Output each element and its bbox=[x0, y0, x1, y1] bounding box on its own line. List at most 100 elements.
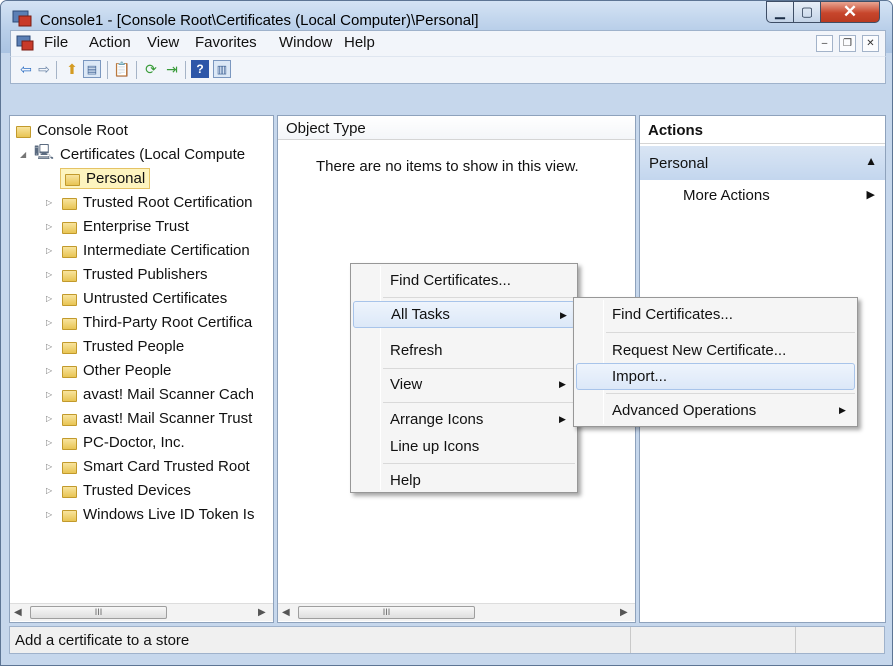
tree-item-certificates[interactable]: ◢ 🖳 Certificates (Local Compute bbox=[20, 144, 245, 165]
submenu-import[interactable]: Import... bbox=[576, 363, 855, 390]
tree-item-untrusted[interactable]: ▷ Untrusted Certificates bbox=[46, 288, 227, 309]
submenu-arrow-icon: ▶ bbox=[560, 310, 567, 320]
tree-item-avast-cache[interactable]: ▷ avast! Mail Scanner Cach bbox=[46, 384, 254, 405]
toolbar: ⇦ ⇨ ⬆ ▤ 📋 ⟳ ⇥ ? ▥ bbox=[10, 56, 886, 84]
menu-label: Arrange Icons bbox=[390, 411, 484, 428]
menu-label: Help bbox=[390, 472, 421, 489]
menu-label: Refresh bbox=[390, 342, 443, 359]
tree-item-windows-live-id[interactable]: ▷ Windows Live ID Token Is bbox=[46, 504, 254, 525]
console-menu-icon[interactable] bbox=[16, 35, 34, 51]
tree-label: Smart Card Trusted Root bbox=[83, 458, 250, 475]
expand-arrow-icon[interactable]: ▷ bbox=[46, 342, 52, 351]
refresh-icon[interactable]: ⟳ bbox=[142, 60, 160, 78]
submenu-request-new-certificate[interactable]: Request New Certificate... bbox=[576, 337, 855, 364]
expand-arrow-icon[interactable]: ▷ bbox=[46, 486, 52, 495]
tree-item-enterprise-trust[interactable]: ▷ Enterprise Trust bbox=[46, 216, 189, 237]
child-close-button[interactable]: ✕ bbox=[862, 35, 879, 52]
child-minimize-button[interactable]: – bbox=[816, 35, 833, 52]
scroll-right-icon[interactable]: ▶ bbox=[620, 607, 628, 618]
menu-window[interactable]: Window bbox=[279, 34, 332, 51]
menu-separator bbox=[606, 332, 855, 333]
scroll-left-icon[interactable]: ◀ bbox=[282, 607, 290, 618]
show-hide-tree-icon[interactable]: ▤ bbox=[83, 60, 101, 78]
menu-action[interactable]: Action bbox=[89, 34, 131, 51]
tree-item-trusted-root[interactable]: ▷ Trusted Root Certification bbox=[46, 192, 253, 213]
menu-separator bbox=[383, 402, 575, 403]
tree-label: Windows Live ID Token Is bbox=[83, 506, 255, 523]
up-folder-icon[interactable]: ⬆ bbox=[63, 60, 81, 78]
expand-arrow-icon[interactable]: ▷ bbox=[46, 366, 52, 375]
tree-item-console-root[interactable]: Console Root bbox=[16, 120, 128, 141]
close-button[interactable]: ✕ bbox=[820, 1, 880, 23]
expand-arrow-icon[interactable]: ▷ bbox=[46, 462, 52, 471]
submenu-find-certificates[interactable]: Find Certificates... bbox=[576, 301, 855, 328]
minimize-button[interactable]: ▁ bbox=[766, 1, 794, 23]
properties-icon[interactable]: 📋 bbox=[113, 60, 131, 78]
scrollbar-thumb[interactable]: III bbox=[298, 606, 475, 619]
tree-item-smart-card[interactable]: ▷ Smart Card Trusted Root bbox=[46, 456, 250, 477]
tree-item-trusted-people[interactable]: ▷ Trusted People bbox=[46, 336, 184, 357]
menu-refresh[interactable]: Refresh bbox=[353, 337, 575, 364]
scrollbar-thumb[interactable]: III bbox=[30, 606, 167, 619]
expand-arrow-icon[interactable]: ▷ bbox=[46, 246, 52, 255]
menu-line-up-icons[interactable]: Line up Icons bbox=[353, 433, 575, 460]
folder-icon bbox=[62, 437, 77, 450]
menu-find-certificates[interactable]: Find Certificates... bbox=[353, 267, 575, 294]
submenu-advanced-operations[interactable]: Advanced Operations ▶ bbox=[576, 397, 855, 424]
tree-item-trusted-devices[interactable]: ▷ Trusted Devices bbox=[46, 480, 191, 501]
close-icon: ✕ bbox=[842, 2, 858, 21]
tree-item-personal[interactable]: Personal bbox=[60, 168, 151, 189]
menu-arrange-icons[interactable]: Arrange Icons ▶ bbox=[353, 406, 575, 433]
tree-item-third-party-root[interactable]: ▷ Third-Party Root Certifica bbox=[46, 312, 252, 333]
results-horizontal-scrollbar[interactable]: ◀ III ▶ bbox=[278, 603, 635, 621]
actions-section-personal[interactable]: Personal ▲ bbox=[640, 146, 885, 180]
expand-arrow-icon[interactable]: ▷ bbox=[46, 438, 52, 447]
maximize-button[interactable]: ▢ bbox=[793, 1, 821, 23]
expand-arrow-icon[interactable]: ▷ bbox=[46, 414, 52, 423]
minimize-icon: ▁ bbox=[775, 4, 785, 19]
scroll-left-icon[interactable]: ◀ bbox=[14, 607, 22, 618]
tree-item-other-people[interactable]: ▷ Other People bbox=[46, 360, 171, 381]
expand-arrow-icon[interactable]: ▷ bbox=[46, 222, 52, 231]
more-actions-label: More Actions bbox=[683, 187, 770, 204]
column-header[interactable]: Object Type bbox=[278, 116, 635, 140]
tree-item-avast-trust[interactable]: ▷ avast! Mail Scanner Trust bbox=[46, 408, 252, 429]
menu-view[interactable]: View bbox=[147, 34, 179, 51]
menu-view[interactable]: View ▶ bbox=[353, 371, 575, 398]
menu-help[interactable]: Help bbox=[353, 467, 575, 494]
expand-arrow-icon[interactable]: ▷ bbox=[46, 198, 52, 207]
scroll-right-icon[interactable]: ▶ bbox=[258, 607, 266, 618]
more-actions-item[interactable]: More Actions ▶ bbox=[640, 184, 885, 208]
expand-arrow-icon[interactable]: ▷ bbox=[46, 270, 52, 279]
toolbar-separator bbox=[107, 61, 108, 79]
export-list-icon[interactable]: ⇥ bbox=[163, 60, 181, 78]
show-hide-action-pane-icon[interactable]: ▥ bbox=[213, 60, 231, 78]
menu-label: Import... bbox=[612, 368, 668, 385]
collapse-up-icon[interactable]: ▲ bbox=[865, 154, 877, 168]
toolbar-separator bbox=[136, 61, 137, 79]
back-icon[interactable]: ⇦ bbox=[17, 60, 35, 78]
column-object-type[interactable]: Object Type bbox=[286, 120, 366, 137]
expand-arrow-icon[interactable]: ▷ bbox=[46, 510, 52, 519]
help-icon[interactable]: ? bbox=[191, 60, 209, 78]
tree-item-intermediate[interactable]: ▷ Intermediate Certification bbox=[46, 240, 250, 261]
folder-icon bbox=[65, 173, 80, 186]
menu-separator bbox=[383, 297, 575, 298]
child-restore-button[interactable]: ❐ bbox=[839, 35, 856, 52]
collapse-arrow-icon[interactable]: ◢ bbox=[20, 150, 26, 159]
expand-arrow-icon[interactable]: ▷ bbox=[46, 294, 52, 303]
tree-label: Trusted Root Certification bbox=[83, 194, 253, 211]
menu-favorites[interactable]: Favorites bbox=[195, 34, 257, 51]
menu-all-tasks[interactable]: All Tasks ▶ bbox=[353, 301, 575, 328]
maximize-icon: ▢ bbox=[800, 4, 814, 19]
tree-item-pc-doctor[interactable]: ▷ PC-Doctor, Inc. bbox=[46, 432, 185, 453]
forward-icon[interactable]: ⇨ bbox=[35, 60, 53, 78]
expand-arrow-icon[interactable]: ▷ bbox=[46, 318, 52, 327]
tree-horizontal-scrollbar[interactable]: ◀ III ▶ bbox=[10, 603, 273, 621]
menu-help[interactable]: Help bbox=[344, 34, 375, 51]
expand-arrow-icon[interactable]: ▷ bbox=[46, 390, 52, 399]
tree-item-trusted-publishers[interactable]: ▷ Trusted Publishers bbox=[46, 264, 208, 285]
menu-file[interactable]: File bbox=[44, 34, 68, 51]
folder-icon bbox=[62, 269, 77, 282]
submenu-arrow-icon: ▶ bbox=[559, 379, 566, 389]
